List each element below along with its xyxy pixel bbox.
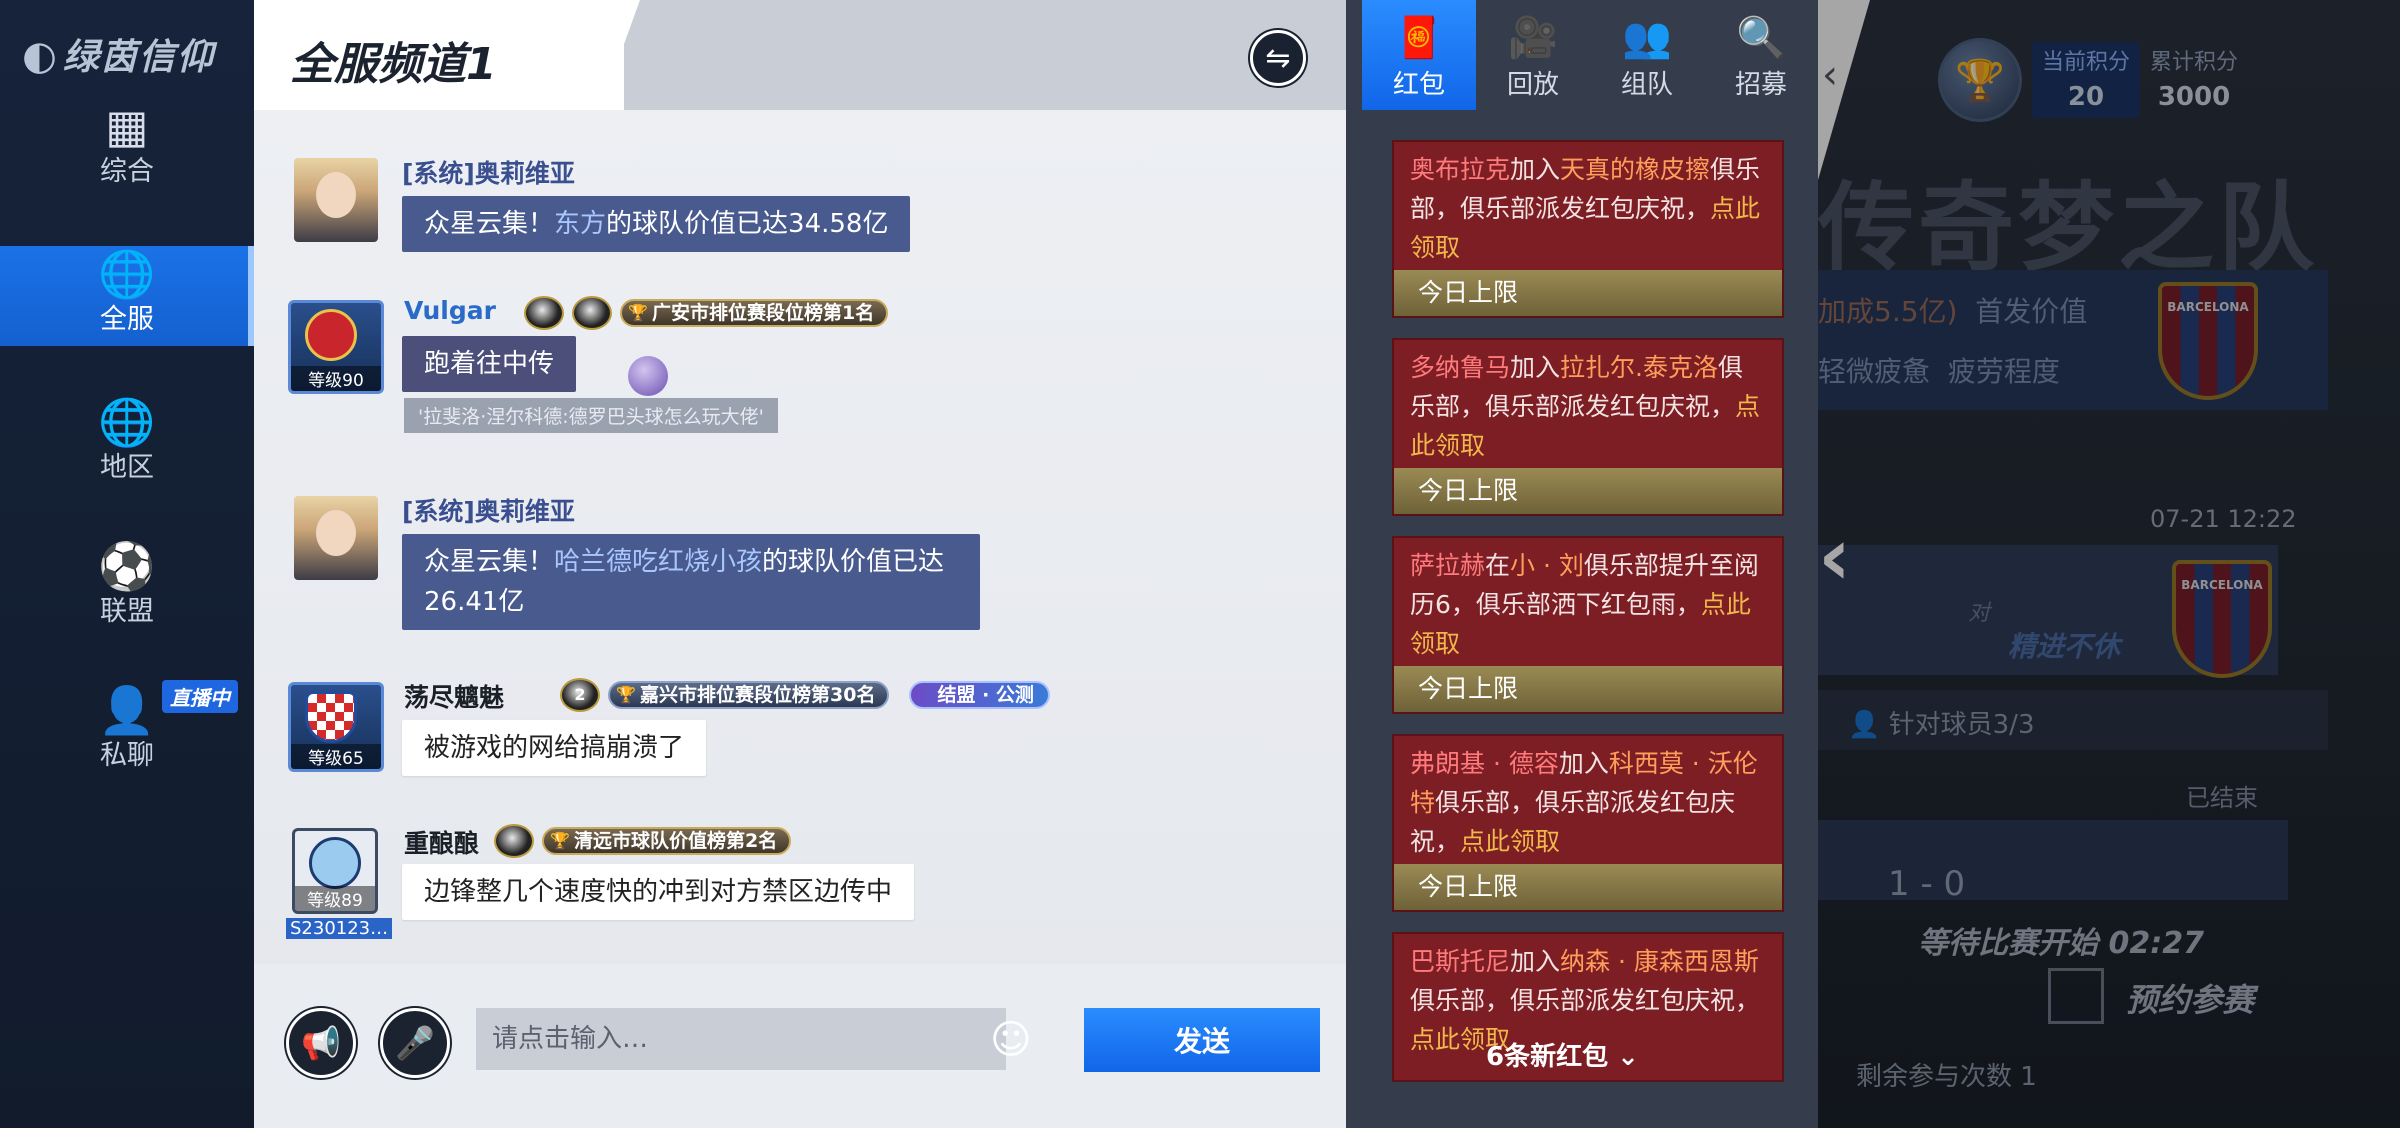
feature-tabs: 🧧 红包 🎥 回放 👥 组队 🔍 招募 xyxy=(1362,0,1818,110)
switch-channel-button[interactable]: ⇋ xyxy=(1250,30,1306,86)
emoji-icon[interactable]: ☺ xyxy=(990,1020,1032,1060)
chat-panel: 全服频道1 ⇋ [系统]奥莉维亚 众星云集！东方的球队价值已达34.58亿 等级… xyxy=(254,0,1346,1128)
ball-medal-icon xyxy=(572,296,612,330)
badge-row: 清远市球队价值榜第2名 xyxy=(494,824,792,858)
rank-tag: 清远市球队价值榜第2名 xyxy=(542,827,792,855)
user-id-tag: S230123… xyxy=(286,918,393,939)
megaphone-icon: 📢 xyxy=(301,1024,341,1062)
daily-limit-button[interactable]: 今日上限 xyxy=(1394,666,1782,712)
rank-tag: 嘉兴市排位赛段位榜第30名 xyxy=(608,681,890,709)
globe-icon: 🌐 xyxy=(98,247,156,301)
league-tag: 结盟 · 公测 xyxy=(909,681,1050,709)
video-camera-icon: 🎥 xyxy=(1508,15,1558,61)
background-game-screen: ‹ 🏆 当前积分 20 累计积分 3000 传奇梦之队 加成5.5亿) 首发价值… xyxy=(1818,0,2400,1128)
chat-header: 全服频道1 ⇋ xyxy=(254,0,1346,110)
sidebar-item-server[interactable]: 🌐 全服 xyxy=(0,246,254,346)
redpacket-card[interactable]: 奥布拉克加入天真的橡皮擦俱乐部，俱乐部派发红包庆祝，点此领取 今日上限 xyxy=(1392,140,1784,318)
ball-icon xyxy=(628,356,668,396)
message-bubble: 边锋整几个速度快的冲到对方禁区边传中 xyxy=(402,864,915,920)
redpacket-card[interactable]: 多纳鲁马加入拉扎尔.泰克洛俱乐部，俱乐部派发红包庆祝，点此领取 今日上限 xyxy=(1392,338,1784,516)
sender-name[interactable]: Vulgar xyxy=(404,296,496,325)
message-bubble: 众星云集！东方的球队价值已达34.58亿 xyxy=(402,196,911,252)
chevron-down-icon: ⌄ xyxy=(1617,1042,1639,1072)
medal-icon: 2 xyxy=(560,678,600,712)
channel-sidebar: ◐ 绿茵信仰 ▦ 综合 🌐 全服 🌐 地区 ⚽ 联盟 👤 私聊 直播中 xyxy=(0,0,254,1128)
daily-limit-button[interactable]: 今日上限 xyxy=(1394,270,1782,316)
message-bubble: 跑着往中传 xyxy=(402,336,577,392)
microphone-icon: 🎤 xyxy=(395,1024,435,1062)
avatar[interactable]: 等级89 xyxy=(292,828,378,914)
avatar[interactable]: 等级90 xyxy=(288,300,384,394)
avatar[interactable] xyxy=(294,158,378,242)
daily-limit-button[interactable]: 今日上限 xyxy=(1394,468,1782,514)
message-bubble: 被游戏的网给搞崩溃了 xyxy=(402,720,707,776)
tab-recruit[interactable]: 🔍 招募 xyxy=(1704,0,1818,110)
badge-row: 2 嘉兴市排位赛段位榜第30名 结盟 · 公测 xyxy=(560,678,1050,712)
message-bubble: 众星云集！哈兰德吃红烧小孩的球队价值已达26.41亿 xyxy=(402,534,980,630)
daily-limit-button[interactable]: 今日上限 xyxy=(1394,864,1782,910)
sender-name[interactable]: [系统]奥莉维亚 xyxy=(402,492,575,528)
voice-button[interactable]: 🎤 xyxy=(380,1008,450,1078)
broadcast-button[interactable]: 📢 xyxy=(286,1008,356,1078)
side-feature-panel: 🧧 红包 🎥 回放 👥 组队 🔍 招募 奥布拉克加入天真的橡皮擦俱乐部，俱乐部派… xyxy=(1346,0,1818,1128)
quoted-message: '拉斐洛·涅尔科德:德罗巴头球怎么玩大佬' xyxy=(404,398,778,433)
tab-redpacket[interactable]: 🧧 红包 xyxy=(1362,0,1476,110)
globe-region-icon: 🌐 xyxy=(98,395,156,449)
grid-ball-icon: ▦ xyxy=(105,99,149,153)
badge-row: 广安市排位赛段位榜第1名 xyxy=(524,296,889,330)
claim-link[interactable]: 点此领取 xyxy=(1460,827,1560,856)
chat-input-bar: 📢 🎤 ☺ 发送 xyxy=(254,964,1346,1128)
tab-team[interactable]: 👥 组队 xyxy=(1590,0,1704,110)
avatar[interactable]: 等级65 xyxy=(288,682,384,772)
sender-name[interactable]: 荡尽魑魅 xyxy=(404,678,504,714)
ball-medal-icon xyxy=(494,824,534,858)
tab-replay[interactable]: 🎥 回放 xyxy=(1476,0,1590,110)
logo-icon: ◐ xyxy=(22,33,59,79)
redpacket-icon: 🧧 xyxy=(1394,15,1444,61)
recruit-search-icon: 🔍 xyxy=(1736,15,1786,61)
channel-title: 全服频道1 xyxy=(290,39,497,90)
player-link[interactable]: 哈兰德吃红烧小孩 xyxy=(554,547,762,577)
sidebar-item-region[interactable]: 🌐 地区 xyxy=(0,394,254,494)
sender-name[interactable]: 重酿酿 xyxy=(404,824,479,860)
redpacket-card[interactable]: 弗朗基 · 德容加入科西莫 · 沃伦特俱乐部，俱乐部派发红包庆祝，点此领取 今日… xyxy=(1392,734,1784,912)
sidebar-item-general[interactable]: ▦ 综合 xyxy=(0,98,254,198)
avatar[interactable] xyxy=(294,496,378,580)
new-redpacket-indicator[interactable]: 6条新红包 ⌄ xyxy=(1486,1036,1639,1073)
sidebar-item-league[interactable]: ⚽ 联盟 xyxy=(0,538,254,638)
player-link[interactable]: 东方 xyxy=(554,209,606,239)
send-button[interactable]: 发送 xyxy=(1084,1008,1320,1072)
rank-tag: 广安市排位赛段位榜第1名 xyxy=(620,299,889,327)
overlay-dim xyxy=(1818,0,2400,1128)
team-users-icon: 👥 xyxy=(1622,15,1672,61)
league-shield-icon: ⚽ xyxy=(98,539,156,593)
medal-icon xyxy=(524,296,564,330)
live-badge[interactable]: 直播中 xyxy=(162,680,238,713)
sender-name[interactable]: [系统]奥莉维亚 xyxy=(402,154,575,190)
app-logo: ◐ 绿茵信仰 xyxy=(22,33,215,79)
redpacket-card[interactable]: 萨拉赫在小 · 刘俱乐部提升至阅历6，俱乐部洒下红包雨，点此领取 今日上限 xyxy=(1392,536,1784,714)
swap-icon: ⇋ xyxy=(1265,40,1291,76)
message-input[interactable] xyxy=(476,1008,1006,1070)
